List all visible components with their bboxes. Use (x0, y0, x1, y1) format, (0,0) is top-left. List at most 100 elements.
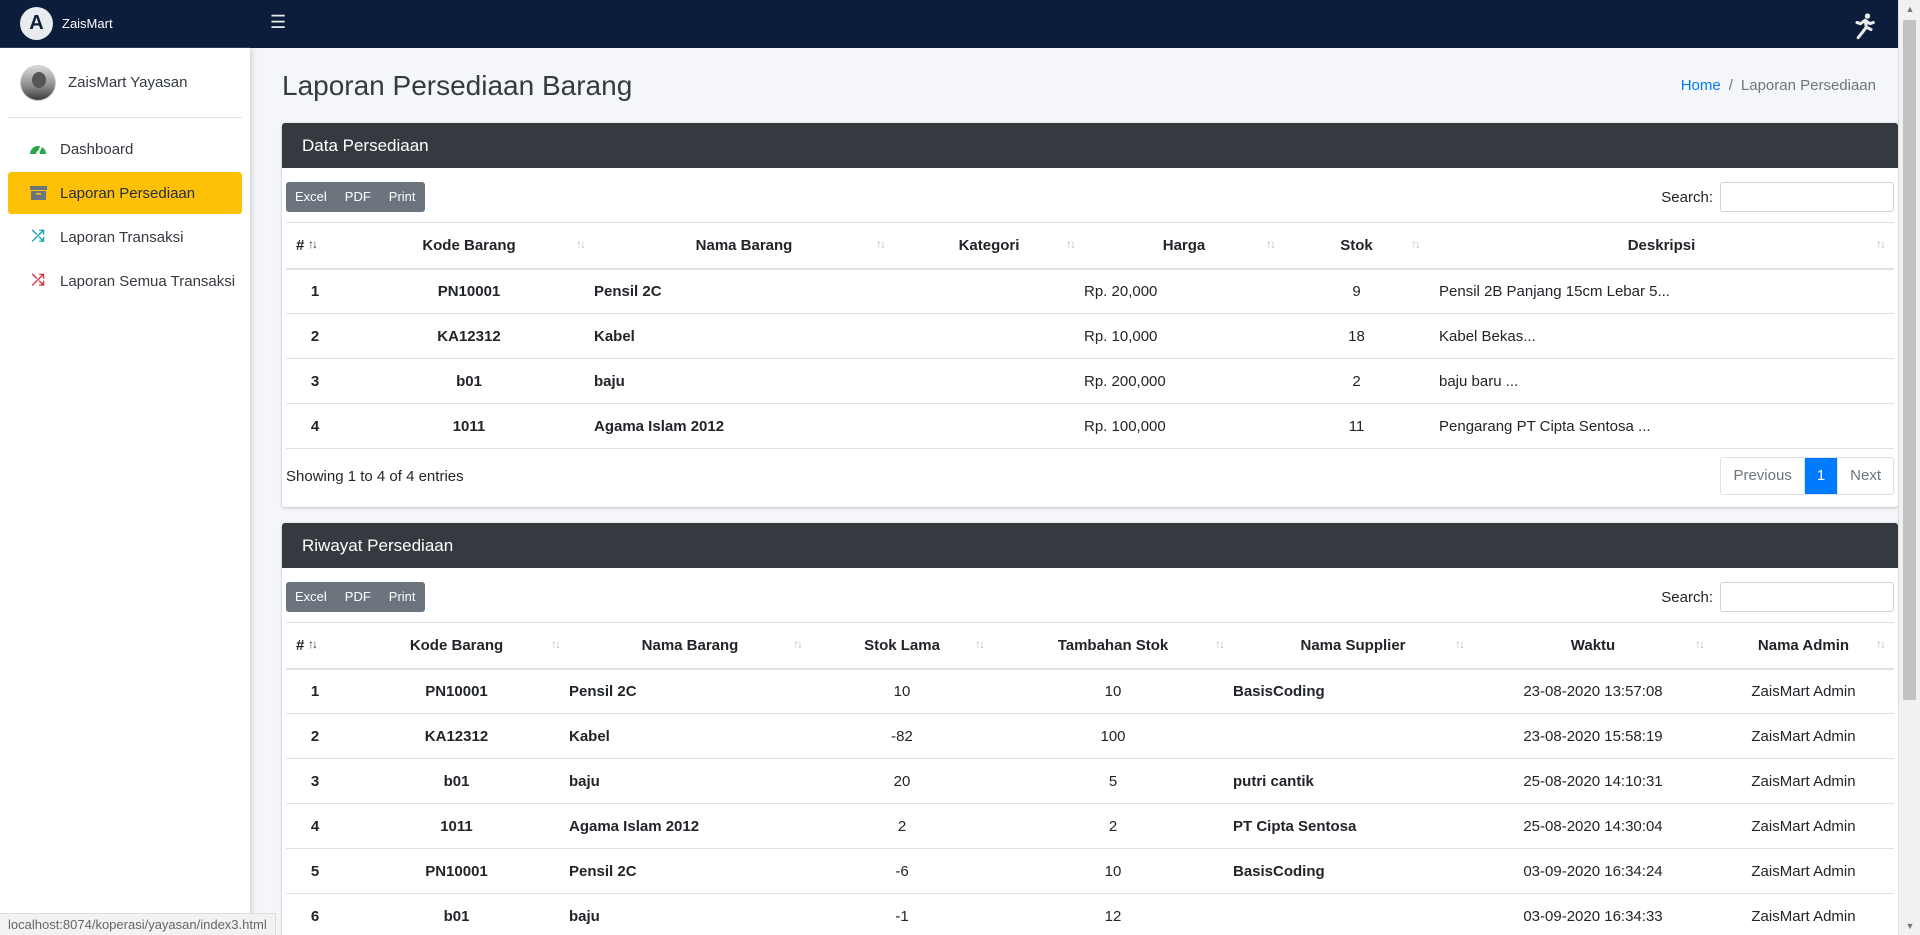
column-header-label: Kode Barang (422, 236, 516, 254)
sidebar-item-laporan-semua-transaksi[interactable]: ⤮ Laporan Semua Transaksi (8, 260, 242, 302)
sidebar-item-label: Laporan Semua Transaksi (60, 272, 236, 290)
persediaan-table: # ↑↓ Kode Barang ↑↓ Nama Barang ↑↓ Kategori… (286, 222, 1894, 449)
pagination-next[interactable]: Next (1837, 458, 1893, 494)
avatar (20, 64, 56, 101)
table-row: 1 PN10001 Pensil 2C 10 10 BasisCoding 23-08-20… (286, 668, 1894, 714)
sidebar-item-dashboard[interactable]: Dashboard (8, 128, 242, 170)
riwayat-persediaan-card: Riwayat Persediaan Excel PDF Print Searc… (282, 523, 1898, 935)
column-header[interactable]: Kode Barang ↑↓ (344, 622, 569, 670)
table-cell: baju (594, 358, 894, 404)
scroll-up-arrow-icon[interactable]: ▲ (1899, 0, 1920, 18)
sidebar: ZaisMart Yayasan Dashboard Laporan Perse… (0, 48, 250, 935)
column-header[interactable]: Kategori ↑↓ (894, 222, 1084, 270)
column-header-label: Stok Lama (864, 636, 940, 654)
column-header[interactable]: Harga ↑↓ (1084, 222, 1284, 270)
search-input[interactable] (1720, 182, 1894, 212)
table-row: 1 PN10001 Pensil 2C Rp. 20,000 9 Pensil … (286, 268, 1894, 314)
column-header[interactable]: Nama Barang ↑↓ (594, 222, 894, 270)
table-cell: 12 (993, 893, 1233, 935)
column-header[interactable]: Tambahan Stok ↑↓ (993, 622, 1233, 670)
column-header[interactable]: Kode Barang ↑↓ (344, 222, 594, 270)
breadcrumb-current: Laporan Persediaan (1740, 77, 1876, 94)
column-header-label: Stok (1340, 236, 1373, 254)
pdf-button[interactable]: PDF (336, 582, 380, 612)
search-input[interactable] (1720, 582, 1894, 612)
table-cell: PN10001 (344, 268, 594, 314)
column-header-label: Nama Admin (1757, 636, 1850, 654)
table-cell: Rp. 10,000 (1084, 313, 1284, 359)
table-cell: Pensil 2C (569, 848, 811, 894)
table-cell: 10 (993, 848, 1233, 894)
breadcrumb-home-link[interactable]: Home (1681, 77, 1721, 94)
sidebar-item-laporan-persediaan[interactable]: Laporan Persediaan (8, 172, 242, 214)
column-header-label: Kode Barang (409, 636, 504, 654)
excel-button[interactable]: Excel (286, 582, 336, 612)
table-cell: ZaisMart Admin (1713, 668, 1894, 714)
column-header[interactable]: # ↑↓ (286, 622, 344, 670)
table-cell: 9 (1284, 268, 1429, 314)
table-cell (894, 403, 1084, 449)
sidebar-item-laporan-transaksi[interactable]: ⤮ Laporan Transaksi (8, 216, 242, 258)
table-cell: 4 (286, 403, 344, 449)
table-cell: 20 (811, 758, 993, 804)
hamburger-icon[interactable]: ☰ (270, 10, 286, 34)
sort-arrows-icon: ↑↓ (1876, 237, 1886, 251)
sidebar-nav: Dashboard Laporan Persediaan ⤮ Laporan T… (0, 128, 250, 302)
table-cell: 2 (993, 803, 1233, 849)
pagination-previous[interactable]: Previous (1721, 458, 1803, 494)
search-box: Search: (1661, 182, 1894, 212)
table-cell: 1 (286, 268, 344, 314)
table-cell: BasisCoding (1233, 668, 1473, 714)
table-cell: 25-08-2020 14:10:31 (1473, 758, 1713, 804)
table-cell: Rp. 200,000 (1084, 358, 1284, 404)
column-header[interactable]: Waktu ↑↓ (1473, 622, 1713, 670)
column-header[interactable]: Nama Admin ↑↓ (1713, 622, 1894, 670)
table-cell: -82 (811, 713, 993, 759)
brand-link[interactable]: A ZaisMart (0, 0, 250, 48)
pagination-page[interactable]: 1 (1803, 458, 1838, 494)
column-header-label: Tambahan Stok (1057, 636, 1169, 654)
column-header-label: Deskripsi (1627, 236, 1696, 254)
table-cell: -1 (811, 893, 993, 935)
excel-button[interactable]: Excel (286, 182, 336, 212)
table-cell: 4 (286, 803, 344, 849)
table-cell: Rp. 100,000 (1084, 403, 1284, 449)
sort-arrows-icon: ↑↓ (308, 637, 318, 651)
table-cell: 5 (286, 848, 344, 894)
table-cell (894, 358, 1084, 404)
running-man-icon[interactable] (1850, 12, 1878, 40)
scroll-thumb[interactable] (1903, 20, 1916, 700)
table-row: 4 1011 Agama Islam 2012 Rp. 100,000 11 P… (286, 403, 1894, 449)
table-row: 2 KA12312 Kabel Rp. 10,000 18 Kabel Beka… (286, 313, 1894, 359)
print-button[interactable]: Print (380, 582, 425, 612)
column-header[interactable]: Nama Barang ↑↓ (569, 622, 811, 670)
sort-arrows-icon: ↑↓ (308, 237, 318, 251)
table-cell: 25-08-2020 14:30:04 (1473, 803, 1713, 849)
table-cell: 11 (1284, 403, 1429, 449)
column-header-label: Nama Barang (695, 236, 793, 254)
print-button[interactable]: Print (380, 182, 425, 212)
tachometer-icon (28, 140, 48, 158)
pdf-button[interactable]: PDF (336, 182, 380, 212)
user-panel[interactable]: ZaisMart Yayasan (8, 48, 242, 118)
shuffle-icon: ⤮ (31, 272, 45, 289)
column-header[interactable]: # ↑↓ (286, 222, 344, 270)
column-header[interactable]: Deskripsi ↑↓ (1429, 222, 1894, 270)
table-cell: 23-08-2020 15:58:19 (1473, 713, 1713, 759)
sidebar-item-label: Dashboard (60, 140, 134, 158)
table-row: 6 b01 baju -1 12 03-09-2020 16:34:33 ZaisMart … (286, 893, 1894, 935)
table-cell: baju (569, 758, 811, 804)
table-cell: 3 (286, 758, 344, 804)
scroll-down-arrow-icon[interactable]: ▼ (1899, 917, 1920, 935)
breadcrumb: Home / Laporan Persediaan (1681, 77, 1876, 94)
column-header[interactable]: Nama Supplier ↑↓ (1233, 622, 1473, 670)
table-row: 3 b01 baju Rp. 200,000 2 baju baru ... (286, 358, 1894, 404)
table-cell: Kabel Bekas... (1429, 313, 1894, 359)
page-scrollbar[interactable]: ▲ ▼ (1898, 0, 1920, 935)
table-cell: 2 (1284, 358, 1429, 404)
table-cell: ZaisMart Admin (1713, 893, 1894, 935)
table-cell: 03-09-2020 16:34:24 (1473, 848, 1713, 894)
table-cell (1233, 893, 1473, 935)
column-header[interactable]: Stok Lama ↑↓ (811, 622, 993, 670)
column-header[interactable]: Stok ↑↓ (1284, 222, 1429, 270)
